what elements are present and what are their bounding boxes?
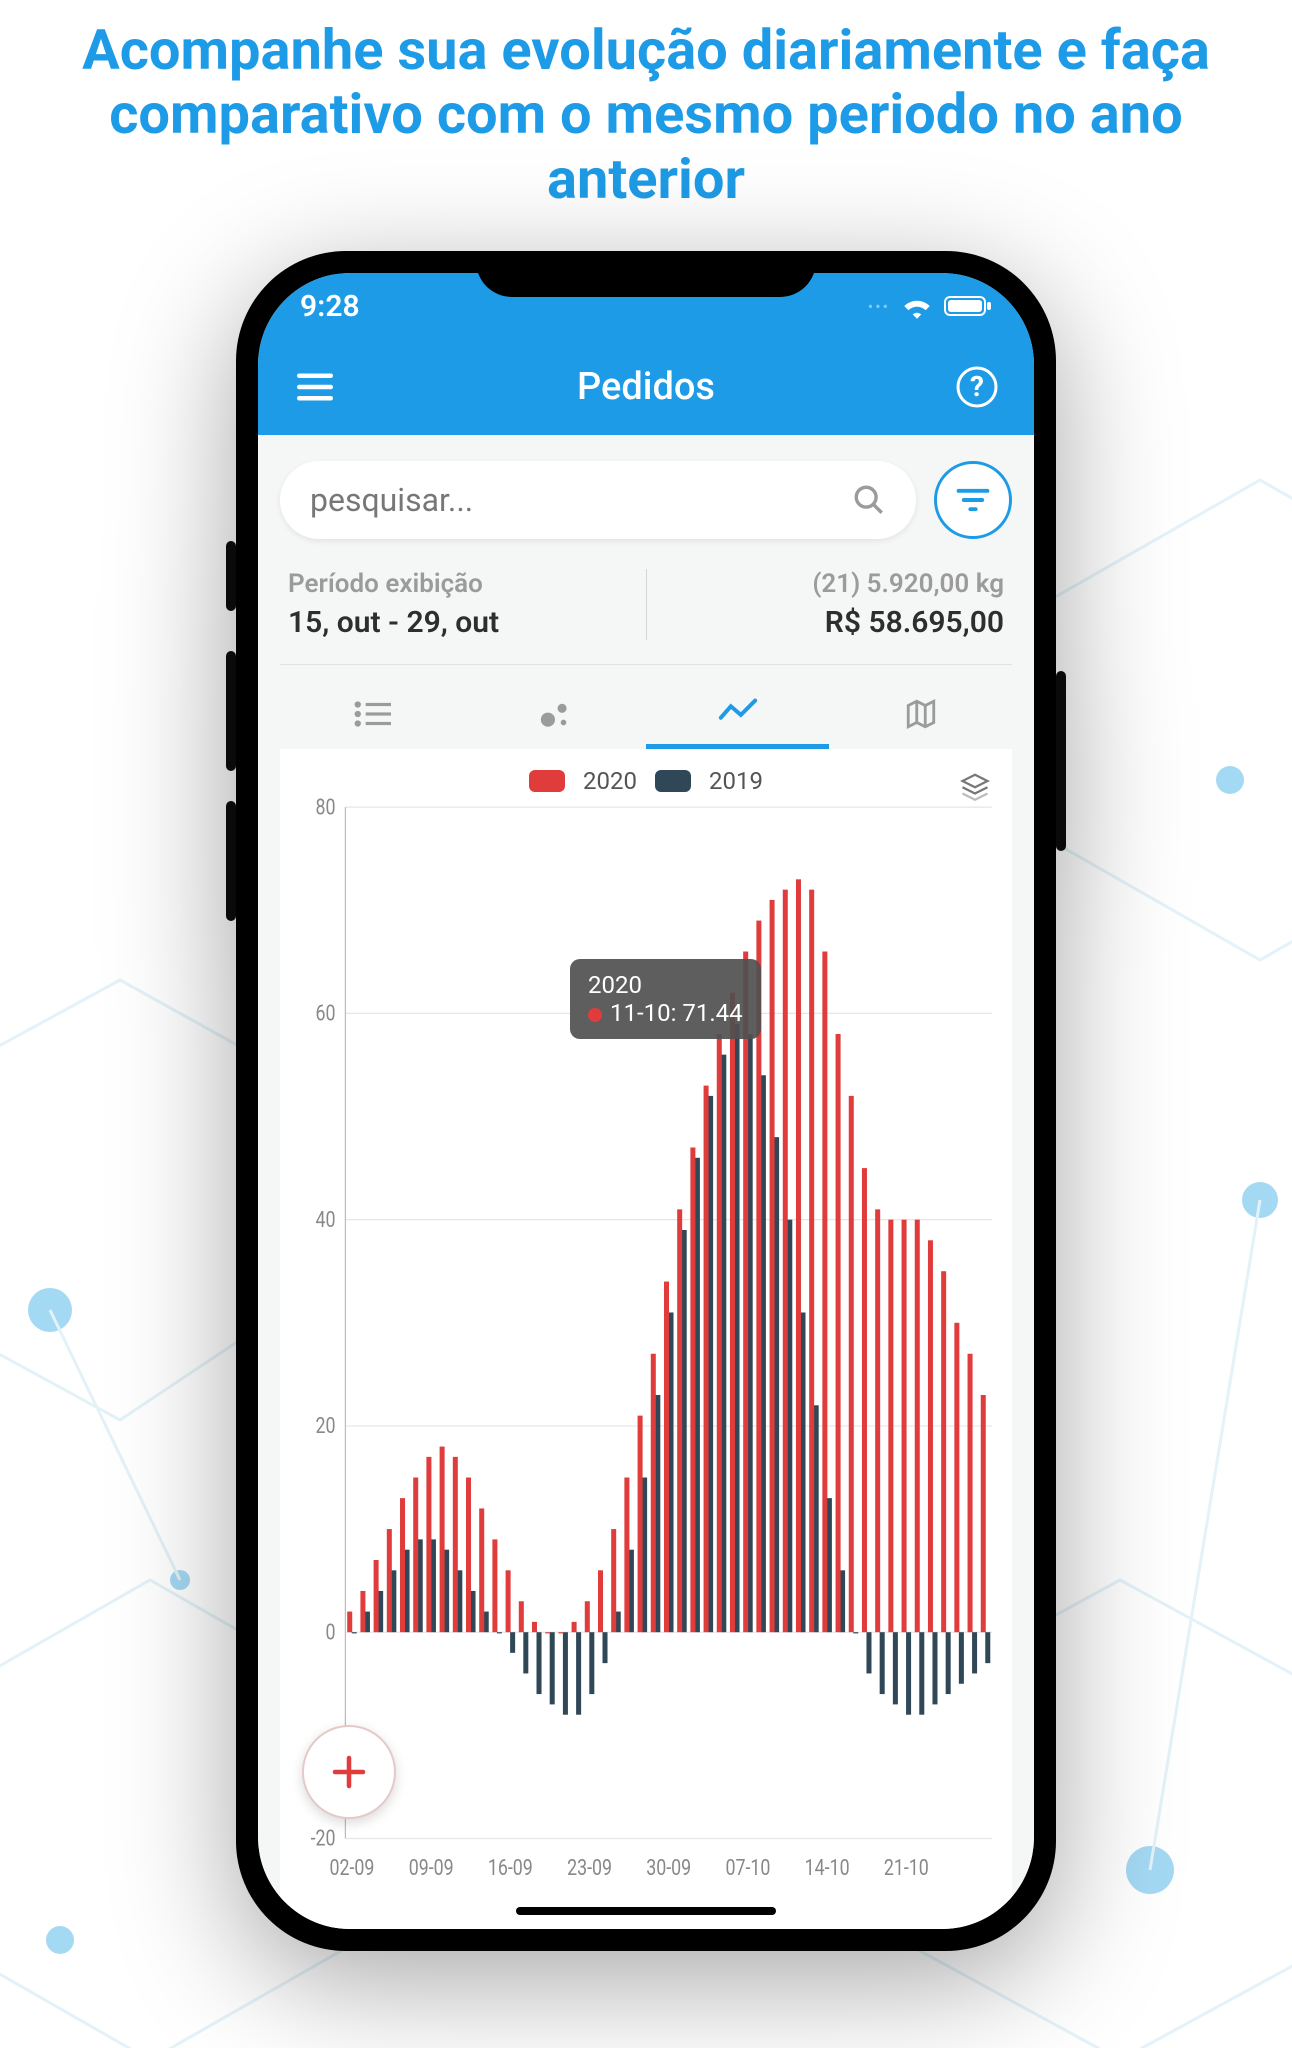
chart-line-icon: [718, 697, 758, 727]
home-indicator: [516, 1907, 776, 1915]
chart-tooltip: 2020 11-10: 71.44: [570, 959, 761, 1039]
list-icon: [353, 699, 391, 729]
app-title: Pedidos: [342, 365, 950, 409]
svg-text:07-10: 07-10: [725, 1855, 770, 1880]
total-value: R$ 58.695,00: [667, 605, 1005, 640]
summary-row: Período exibição 15, out - 29, out (21) …: [280, 569, 1012, 665]
tab-map[interactable]: [829, 679, 1012, 749]
svg-text:?: ?: [970, 370, 984, 403]
period-label: Período exibição: [288, 569, 626, 599]
svg-text:40: 40: [315, 1207, 335, 1232]
svg-text:80: 80: [315, 795, 335, 820]
filter-icon: [956, 486, 990, 514]
svg-text:14-10: 14-10: [805, 1855, 850, 1880]
search-placeholder: pesquisar...: [310, 481, 852, 519]
help-icon: ?: [955, 365, 999, 409]
chart-panel[interactable]: 2020 2019 -20 0 20 40 60 80 02-09 09-09 16-09 23-…: [280, 749, 1012, 1929]
legend-2019: 2019: [709, 767, 763, 795]
chart-legend: 2020 2019: [290, 767, 1002, 795]
status-time: 9:28: [300, 289, 868, 324]
svg-text:02-09: 02-09: [330, 1855, 375, 1880]
tab-chart[interactable]: [646, 679, 829, 749]
legend-2020: 2020: [583, 767, 637, 795]
search-icon: [852, 483, 886, 517]
svg-text:09-09: 09-09: [409, 1855, 454, 1880]
filter-button[interactable]: [934, 461, 1012, 539]
wifi-icon: [900, 293, 934, 319]
tooltip-series: 2020: [588, 971, 743, 999]
svg-text:0: 0: [325, 1620, 335, 1645]
layers-icon[interactable]: [960, 771, 990, 801]
tab-list[interactable]: [280, 679, 463, 749]
svg-text:60: 60: [315, 1001, 335, 1026]
battery-icon: [944, 294, 992, 318]
tab-bubble[interactable]: [463, 679, 646, 749]
cellular-icon: •••: [868, 297, 890, 316]
help-button[interactable]: ?: [950, 360, 1004, 414]
menu-button[interactable]: [288, 360, 342, 414]
map-icon: [904, 697, 938, 731]
tooltip-value: 11-10: 71.44: [610, 999, 743, 1027]
svg-text:20: 20: [315, 1414, 335, 1439]
svg-text:16-09: 16-09: [488, 1855, 533, 1880]
plus-icon: [328, 1751, 370, 1793]
add-fab[interactable]: [302, 1725, 396, 1819]
svg-text:30-09: 30-09: [646, 1855, 691, 1880]
period-value: 15, out - 29, out: [288, 605, 626, 640]
hamburger-icon: [297, 373, 333, 401]
promo-headline: Acompanhe sua evolução diariamente e faç…: [0, 0, 1292, 221]
view-tabs: [280, 679, 1012, 749]
count-kg: (21) 5.920,00 kg: [667, 569, 1005, 599]
search-input[interactable]: pesquisar...: [280, 461, 916, 539]
app-bar: Pedidos ?: [258, 339, 1034, 435]
svg-text:23-09: 23-09: [567, 1855, 612, 1880]
status-bar: 9:28 •••: [258, 273, 1034, 339]
phone-frame: 9:28 ••• Pedidos ? pes: [236, 251, 1056, 1951]
svg-text:-20: -20: [311, 1826, 336, 1851]
bubble-icon: [538, 697, 572, 731]
svg-text:21-10: 21-10: [884, 1855, 929, 1880]
